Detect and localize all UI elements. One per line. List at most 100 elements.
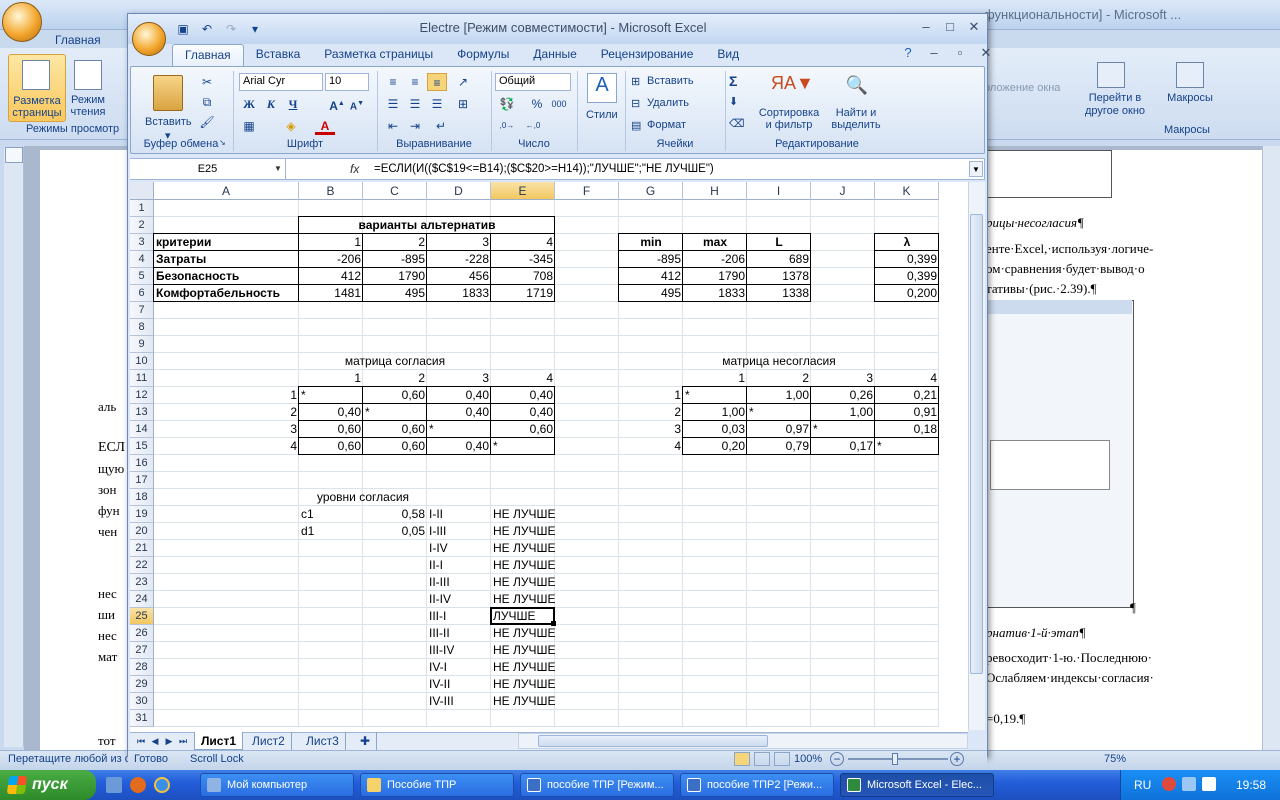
- office-button-icon[interactable]: [2, 2, 42, 42]
- zoom-level[interactable]: 100%: [794, 753, 822, 765]
- antivirus-icon[interactable]: [1162, 777, 1176, 791]
- cell-k12[interactable]: 0,21: [875, 387, 939, 404]
- cell-b12[interactable]: *: [299, 387, 363, 404]
- cell-e28[interactable]: НЕ ЛУЧШЕ: [491, 659, 556, 676]
- align-bottom-icon[interactable]: ≡: [427, 73, 447, 91]
- row-header-13[interactable]: 13: [130, 404, 154, 421]
- cell-c11[interactable]: 2: [363, 370, 427, 387]
- cell-a14[interactable]: 3: [154, 421, 299, 438]
- cell-d6[interactable]: 1833: [427, 285, 491, 302]
- align-middle-icon[interactable]: ≡: [405, 73, 425, 91]
- row-header-11[interactable]: 11: [130, 370, 154, 387]
- cell-j13[interactable]: 1,00: [811, 404, 875, 421]
- cell-h14[interactable]: 0,03: [683, 421, 747, 438]
- horizontal-scroll-thumb[interactable]: [538, 735, 768, 747]
- cell-d11[interactable]: 3: [427, 370, 491, 387]
- cell-k3[interactable]: λ: [875, 234, 939, 251]
- cell-d20[interactable]: I-III: [427, 523, 491, 540]
- insert-cells-button[interactable]: Вставить: [647, 75, 694, 87]
- word-tab-home[interactable]: Главная: [55, 33, 101, 47]
- bold-button[interactable]: Ж: [239, 95, 259, 113]
- cell-a3[interactable]: критерии: [154, 234, 299, 251]
- row-header-2[interactable]: 2: [130, 217, 154, 234]
- cell-k11[interactable]: 4: [875, 370, 939, 387]
- percent-icon[interactable]: %: [527, 95, 547, 113]
- switch-window-button[interactable]: Перейти в другое окно: [1075, 60, 1155, 124]
- column-header-h[interactable]: H: [683, 182, 747, 200]
- row-header-26[interactable]: 26: [130, 625, 154, 642]
- sheet-tab-2[interactable]: Лист2: [246, 732, 292, 750]
- sheet-tab-3[interactable]: Лист3: [300, 732, 346, 750]
- cell-b19[interactable]: c1: [299, 506, 363, 523]
- cell-e26[interactable]: НЕ ЛУЧШЕ: [491, 625, 556, 642]
- row-header-31[interactable]: 31: [130, 710, 154, 727]
- shrink-font-icon[interactable]: A▼: [347, 95, 367, 113]
- wrap-text-icon[interactable]: ↵: [431, 117, 451, 135]
- cell-j14[interactable]: *: [811, 421, 875, 438]
- cell-d24[interactable]: II-IV: [427, 591, 491, 608]
- cell-h10[interactable]: матрица несогласия: [683, 353, 875, 370]
- cell-b20[interactable]: d1: [299, 523, 363, 540]
- row-header-1[interactable]: 1: [130, 200, 154, 217]
- tab-review[interactable]: Рецензирование: [589, 44, 706, 66]
- office-button-icon[interactable]: [132, 22, 166, 56]
- ruler-toggle-button[interactable]: [5, 147, 23, 163]
- cell-e12[interactable]: 0,40: [491, 387, 555, 404]
- tab-page-layout[interactable]: Разметка страницы: [312, 44, 445, 66]
- cell-c4[interactable]: -895: [363, 251, 427, 268]
- cell-d29[interactable]: IV-II: [427, 676, 491, 693]
- cell-i6[interactable]: 1338: [747, 285, 811, 302]
- clipboard-launcher-icon[interactable]: ↘: [219, 138, 226, 147]
- cell-e24[interactable]: НЕ ЛУЧШЕ: [491, 591, 556, 608]
- row-header-29[interactable]: 29: [130, 676, 154, 693]
- cell-c3[interactable]: 2: [363, 234, 427, 251]
- format-painter-icon[interactable]: 🖌: [197, 113, 217, 131]
- row-header-22[interactable]: 22: [130, 557, 154, 574]
- cell-c19[interactable]: 0,58: [363, 506, 427, 523]
- align-right-icon[interactable]: ☰: [427, 95, 447, 113]
- tab-formulas[interactable]: Формулы: [445, 44, 521, 66]
- cell-d15[interactable]: 0,40: [427, 438, 491, 455]
- row-header-27[interactable]: 27: [130, 642, 154, 659]
- clear-icon[interactable]: ⌫: [729, 117, 745, 130]
- cell-e6[interactable]: 1719: [491, 285, 555, 302]
- cell-c6[interactable]: 495: [363, 285, 427, 302]
- cell-d4[interactable]: -228: [427, 251, 491, 268]
- cell-b4[interactable]: -206: [299, 251, 363, 268]
- cell-b6[interactable]: 1481: [299, 285, 363, 302]
- increase-indent-icon[interactable]: ⇥: [405, 117, 425, 135]
- cell-b5[interactable]: 412: [299, 268, 363, 285]
- cell-a15[interactable]: 4: [154, 438, 299, 455]
- redo-icon[interactable]: ↷: [222, 20, 240, 38]
- cell-d14[interactable]: *: [427, 421, 491, 438]
- cell-j11[interactable]: 3: [811, 370, 875, 387]
- cell-e19[interactable]: НЕ ЛУЧШЕ: [491, 506, 556, 523]
- styles-button[interactable]: Стили: [586, 109, 618, 121]
- number-format-select[interactable]: Общий: [495, 73, 571, 91]
- cell-d13[interactable]: 0,40: [427, 404, 491, 421]
- row-header-17[interactable]: 17: [130, 472, 154, 489]
- row-header-3[interactable]: 3: [130, 234, 154, 251]
- column-header-j[interactable]: J: [811, 182, 875, 200]
- zoom-slider[interactable]: [848, 758, 948, 760]
- cell-g4[interactable]: -895: [619, 251, 683, 268]
- column-header-b[interactable]: B: [299, 182, 363, 200]
- cell-g15[interactable]: 4: [619, 438, 683, 455]
- page-layout-view-icon[interactable]: [754, 752, 770, 766]
- cell-e11[interactable]: 4: [491, 370, 555, 387]
- help-icon[interactable]: ?: [900, 45, 916, 61]
- row-header-4[interactable]: 4: [130, 251, 154, 268]
- quick-launch-icon[interactable]: [106, 777, 122, 793]
- fill-color-icon[interactable]: ◈: [281, 117, 301, 135]
- cell-j12[interactable]: 0,26: [811, 387, 875, 404]
- cell-d26[interactable]: III-II: [427, 625, 491, 642]
- cell-b13[interactable]: 0,40: [299, 404, 363, 421]
- insert-function-icon[interactable]: fx: [350, 159, 359, 179]
- cell-b18[interactable]: уровни согласия: [299, 489, 427, 506]
- cell-h5[interactable]: 1790: [683, 268, 747, 285]
- align-center-icon[interactable]: ☰: [405, 95, 425, 113]
- word-vertical-scrollbar[interactable]: [1262, 146, 1280, 750]
- tab-view[interactable]: Вид: [705, 44, 751, 66]
- cell-i12[interactable]: 1,00: [747, 387, 811, 404]
- cell-e4[interactable]: -345: [491, 251, 555, 268]
